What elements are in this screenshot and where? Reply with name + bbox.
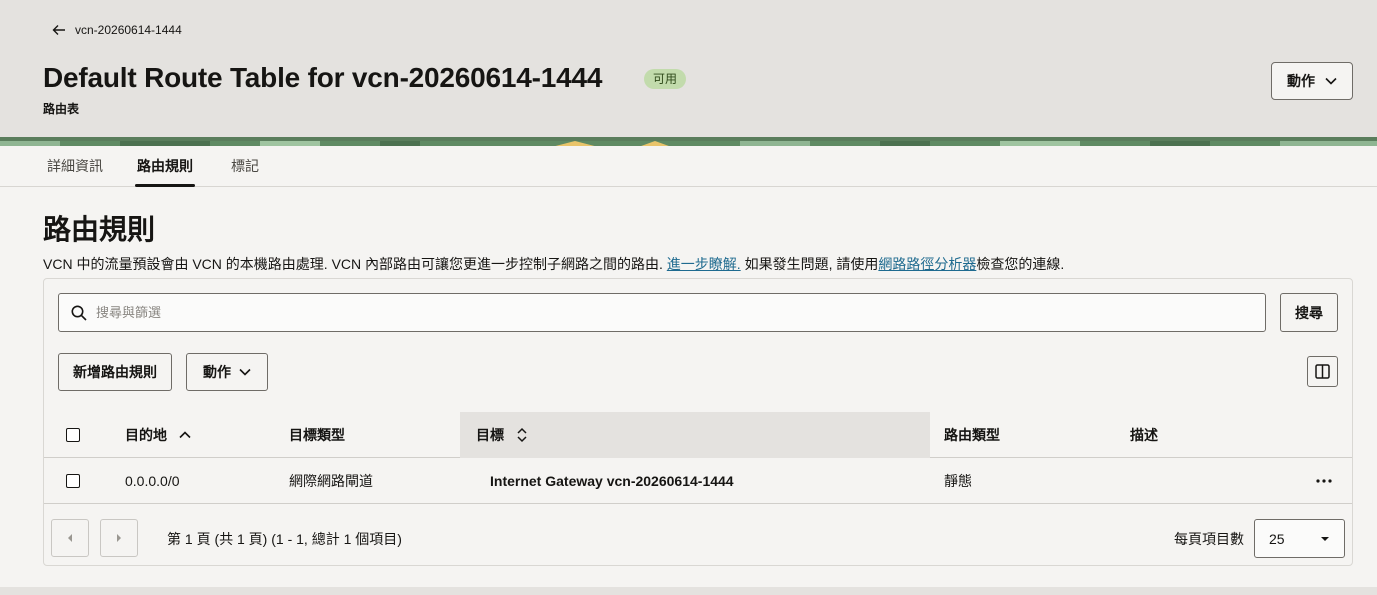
previous-page-button[interactable] xyxy=(51,519,89,557)
select-all-checkbox[interactable] xyxy=(66,428,80,442)
page-title: Default Route Table for vcn-20260614-144… xyxy=(43,62,603,93)
pagination-summary: 第 1 頁 (共 1 頁) (1 - 1, 總計 1 個項目) xyxy=(167,531,402,547)
column-description[interactable]: 描述 xyxy=(1130,412,1158,458)
tab-tags[interactable]: 標記 xyxy=(231,146,259,187)
status-badge: 可用 xyxy=(644,69,687,89)
description-text-3: 檢查您的連線. xyxy=(976,256,1065,272)
table-row: 0.0.0.0/0 網際網路閘道 Internet Gateway vcn-20… xyxy=(44,458,1352,504)
search-field[interactable] xyxy=(58,293,1266,332)
search-input[interactable] xyxy=(96,305,1196,320)
header-actions-label: 動作 xyxy=(1287,73,1315,89)
tab-bar: 詳細資訊 路由規則 標記 xyxy=(0,146,1377,187)
actions-button-label: 動作 xyxy=(203,364,231,380)
cell-target-type: 網際網路閘道 xyxy=(289,473,373,489)
section-description: VCN 中的流量預設會由 VCN 的本機路由處理. VCN 內部路由可讓您更進一… xyxy=(43,254,1064,274)
more-actions-icon[interactable] xyxy=(1314,471,1334,491)
cell-target: Internet Gateway vcn-20260614-1444 xyxy=(490,473,734,489)
add-route-rule-button[interactable]: 新增路由規則 xyxy=(58,353,172,391)
actions-button[interactable]: 動作 xyxy=(186,353,268,391)
bottom-strip xyxy=(0,587,1377,595)
learn-more-link[interactable]: 進一步瞭解. xyxy=(667,256,741,272)
column-target-label: 目標 xyxy=(476,427,504,443)
column-target[interactable]: 目標 xyxy=(460,412,930,458)
column-target-type[interactable]: 目標類型 xyxy=(289,412,345,458)
column-route-type-label: 路由類型 xyxy=(944,427,1000,443)
column-target-type-label: 目標類型 xyxy=(289,427,345,443)
column-destination[interactable]: 目的地 xyxy=(125,412,191,458)
network-path-analyzer-link[interactable]: 網路路徑分析器 xyxy=(878,256,976,272)
table-header: 目的地 目標類型 目標 路由類型 描述 xyxy=(44,412,1352,458)
pagination: 第 1 頁 (共 1 頁) (1 - 1, 總計 1 個項目) 每頁項目數 25 xyxy=(44,505,1352,565)
cell-destination: 0.0.0.0/0 xyxy=(125,473,180,489)
sort-toggle-icon xyxy=(517,427,527,443)
sort-ascending-icon xyxy=(179,431,191,439)
columns-icon xyxy=(1315,364,1330,379)
description-text: VCN 中的流量預設會由 VCN 的本機路由處理. VCN 內部路由可讓您更進一… xyxy=(43,256,667,272)
page-subtitle: 路由表 xyxy=(43,102,80,116)
back-link-label: vcn-20260614-1444 xyxy=(75,23,182,37)
row-select-cell xyxy=(66,458,80,504)
caret-down-icon xyxy=(1321,536,1329,541)
search-icon xyxy=(71,305,87,321)
per-page-value: 25 xyxy=(1269,530,1285,547)
chevron-down-icon xyxy=(1325,77,1337,85)
chevron-down-icon xyxy=(239,368,251,376)
column-description-label: 描述 xyxy=(1130,427,1158,443)
next-page-button[interactable] xyxy=(100,519,138,557)
header-actions-button[interactable]: 動作 xyxy=(1271,62,1353,100)
cell-route-type: 靜態 xyxy=(944,473,972,489)
tab-route-rules[interactable]: 路由規則 xyxy=(135,146,195,187)
back-link[interactable]: vcn-20260614-1444 xyxy=(51,22,182,38)
row-checkbox[interactable] xyxy=(66,474,80,488)
decorative-banner xyxy=(0,137,1377,146)
caret-right-icon xyxy=(117,534,121,542)
tab-details[interactable]: 詳細資訊 xyxy=(47,146,103,187)
per-page-select[interactable]: 25 xyxy=(1254,519,1345,558)
caret-left-icon xyxy=(68,534,72,542)
per-page-label: 每頁項目數 xyxy=(1174,531,1244,547)
description-text-2: 如果發生問題, 請使用 xyxy=(740,256,879,272)
column-route-type[interactable]: 路由類型 xyxy=(944,412,1000,458)
select-all-cell xyxy=(66,412,80,458)
page-header: vcn-20260614-1444 Default Route Table fo… xyxy=(0,0,1377,137)
arrow-left-icon xyxy=(52,25,65,35)
column-destination-label: 目的地 xyxy=(125,427,167,443)
search-button[interactable]: 搜尋 xyxy=(1280,293,1338,332)
section-title: 路由規則 xyxy=(43,214,156,245)
column-settings-button[interactable] xyxy=(1307,356,1338,387)
